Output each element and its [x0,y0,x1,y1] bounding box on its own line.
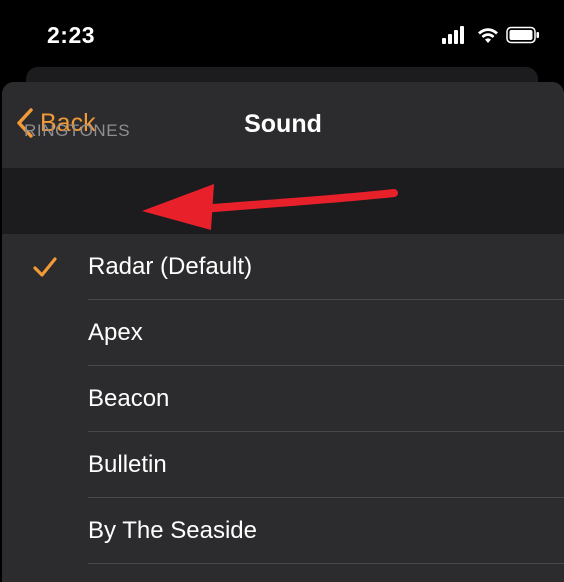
sound-sheet: Back Sound Radar (Default) Apex Beacon B… [2,82,564,582]
battery-icon [506,26,539,44]
row-divider [88,563,564,564]
ringtone-label: By The Seaside [88,517,257,544]
ringtone-row-beacon[interactable]: Beacon [2,366,564,432]
wifi-icon [478,28,498,43]
ringtone-row-apex[interactable]: Apex [2,300,564,366]
status-icons [442,26,542,46]
section-header [2,168,564,234]
ringtone-label: Apex [88,319,143,346]
ringtone-row-bulletin[interactable]: Bulletin [2,432,564,498]
ringtone-label: Radar (Default) [88,253,253,280]
status-bar: 2:23 [0,0,564,70]
ringtone-row-by-the-seaside[interactable]: By The Seaside [2,498,564,564]
section-title: RINGTONES [24,121,131,140]
ringtone-label: Beacon [88,385,170,412]
cellular-signal-icon [442,26,464,44]
checkmark-icon [33,257,57,277]
ringtone-row-radar[interactable]: Radar (Default) [2,234,564,300]
status-time: 2:23 [47,22,96,48]
ringtone-label: Bulletin [88,451,167,478]
